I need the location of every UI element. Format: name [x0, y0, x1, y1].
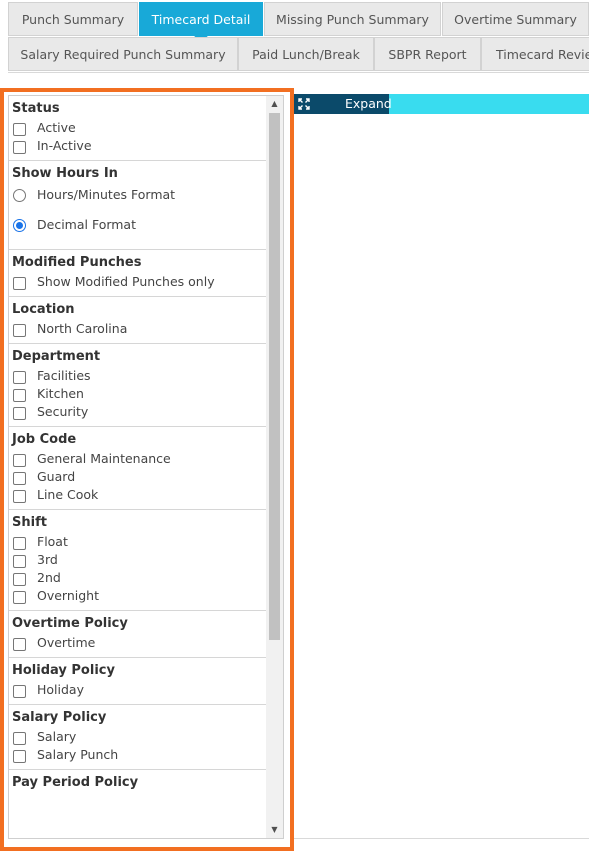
expand-label: Expand [345, 96, 392, 111]
expand-arrows-icon [298, 98, 310, 110]
tab-punch-summary[interactable]: Punch Summary [8, 2, 138, 36]
tab-paid-lunch-break[interactable]: Paid Lunch/Break [238, 37, 374, 71]
highlight-box [0, 88, 294, 851]
tab-missing-punch-summary[interactable]: Missing Punch Summary [264, 2, 441, 36]
tab-timecard-detail[interactable]: Timecard Detail [139, 2, 263, 38]
tab-overtime-summary[interactable]: Overtime Summary [442, 2, 589, 36]
expand-button[interactable]: Expand [294, 94, 392, 114]
tab-row-secondary: Salary Required Punch Summary Paid Lunch… [8, 37, 589, 73]
tab-timecard-review[interactable]: Timecard Revie [481, 37, 589, 71]
expand-bar: Expand [294, 94, 589, 114]
tab-divider [8, 72, 589, 73]
tab-sbpr-report[interactable]: SBPR Report [374, 37, 481, 71]
tab-salary-required-punch-summary[interactable]: Salary Required Punch Summary [8, 37, 238, 71]
content-bottom-border [294, 838, 589, 839]
tab-row-primary: Punch Summary Timecard Detail Missing Pu… [8, 2, 589, 38]
